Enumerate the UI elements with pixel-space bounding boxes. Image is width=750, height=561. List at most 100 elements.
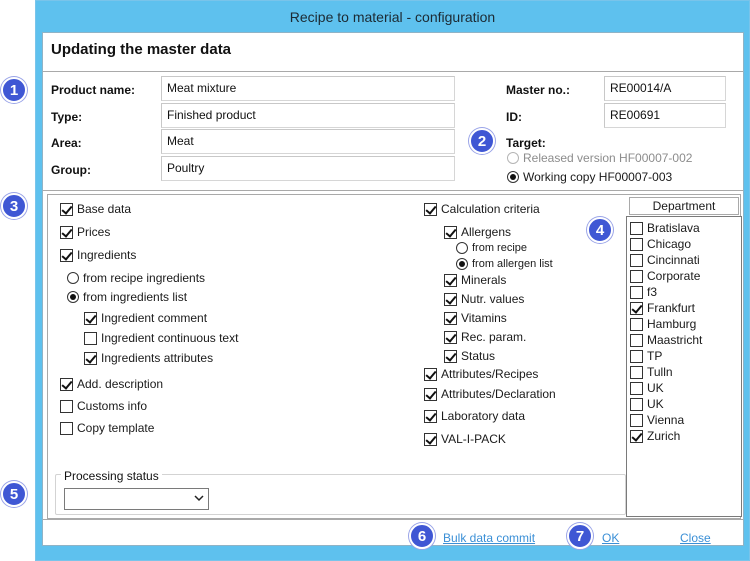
ingredients-checkbox[interactable]: Ingredients bbox=[60, 248, 136, 262]
nutr-values-checkbox[interactable]: Nutr. values bbox=[444, 292, 524, 306]
department-item-bratislava[interactable]: Bratislava bbox=[630, 221, 700, 235]
department-item-hamburg[interactable]: Hamburg bbox=[630, 317, 696, 331]
val-i-pack-checkbox[interactable]: VAL-I-PACK bbox=[424, 432, 506, 446]
department-item-chicago[interactable]: Chicago bbox=[630, 237, 691, 251]
checkbox-box bbox=[444, 330, 457, 344]
add-description-checkbox[interactable]: Add. description bbox=[60, 377, 163, 391]
divider bbox=[43, 519, 743, 520]
department-item-corporate[interactable]: Corporate bbox=[630, 269, 700, 283]
product-name-label: Product name: bbox=[51, 83, 136, 97]
divider bbox=[43, 71, 743, 72]
department-item-tp[interactable]: TP bbox=[630, 349, 662, 363]
radio-button bbox=[507, 152, 519, 164]
callout-badge-7: 7 bbox=[567, 523, 593, 549]
department-item-f3[interactable]: f3 bbox=[630, 285, 657, 299]
ingredients-attributes-checkbox[interactable]: Ingredients attributes bbox=[84, 351, 213, 365]
bulk-data-commit-link[interactable]: Bulk data commit bbox=[443, 531, 535, 545]
department-item-vienna[interactable]: Vienna bbox=[630, 413, 684, 427]
ingredient-comment-checkbox[interactable]: Ingredient comment bbox=[84, 311, 207, 325]
close-link[interactable]: Close bbox=[680, 531, 711, 545]
callout-badge-2: 2 bbox=[469, 128, 495, 154]
master-no-field[interactable]: RE00014/A bbox=[604, 76, 726, 101]
department-item-maastricht[interactable]: Maastricht bbox=[630, 333, 702, 347]
calculation-criteria-checkbox[interactable]: Calculation criteria bbox=[424, 202, 540, 216]
from-allergen-list-radio[interactable]: from allergen list bbox=[456, 258, 553, 270]
department-list[interactable]: Bratislava Chicago Cincinnati Corporate … bbox=[626, 216, 742, 517]
group-field[interactable]: Poultry bbox=[161, 156, 455, 181]
type-field[interactable]: Finished product bbox=[161, 103, 455, 128]
minerals-checkbox[interactable]: Minerals bbox=[444, 273, 506, 287]
checkbox-label: Ingredients attributes bbox=[101, 351, 214, 365]
department-item-frankfurt[interactable]: Frankfurt bbox=[630, 301, 695, 315]
radio-button bbox=[67, 291, 79, 303]
allergens-checkbox[interactable]: Allergens bbox=[444, 225, 511, 239]
checkbox-label: Vitamins bbox=[461, 311, 507, 325]
department-item-zurich[interactable]: Zurich bbox=[630, 429, 680, 443]
department-label: UK bbox=[647, 381, 664, 395]
prices-checkbox[interactable]: Prices bbox=[60, 225, 110, 239]
ingredient-continuous-text-checkbox[interactable]: Ingredient continuous text bbox=[84, 331, 238, 345]
dialog-window: Recipe to material - configuration Updat… bbox=[35, 0, 750, 561]
checkbox-label: Allergens bbox=[461, 225, 512, 239]
customs-info-checkbox[interactable]: Customs info bbox=[60, 399, 147, 413]
checkbox-label: Laboratory data bbox=[441, 409, 526, 423]
checkbox-box bbox=[630, 365, 643, 379]
radio-label: Working copy HF00007-003 bbox=[523, 170, 673, 184]
copy-template-checkbox[interactable]: Copy template bbox=[60, 421, 154, 435]
callout-badge-4: 4 bbox=[587, 217, 613, 243]
checkbox-box bbox=[60, 399, 73, 413]
attributes-declaration-checkbox[interactable]: Attributes/Declaration bbox=[424, 387, 556, 401]
department-label: Bratislava bbox=[647, 221, 700, 235]
checkbox-box bbox=[630, 381, 643, 395]
id-field[interactable]: RE00691 bbox=[604, 103, 726, 128]
type-label: Type: bbox=[51, 110, 83, 124]
department-item-tulln[interactable]: Tulln bbox=[630, 365, 673, 379]
from-recipe-radio[interactable]: from recipe bbox=[456, 242, 527, 254]
area-field[interactable]: Meat bbox=[161, 129, 455, 154]
checkbox-box bbox=[444, 273, 457, 287]
processing-status-label: Processing status bbox=[61, 469, 162, 483]
department-header: Department bbox=[629, 197, 739, 215]
rec-param-checkbox[interactable]: Rec. param. bbox=[444, 330, 526, 344]
chevron-down-icon bbox=[194, 495, 204, 502]
checkbox-label: Prices bbox=[77, 225, 111, 239]
status-checkbox[interactable]: Status bbox=[444, 349, 495, 363]
checkbox-label: Base data bbox=[77, 202, 132, 216]
processing-status-select[interactable] bbox=[64, 488, 209, 510]
checkbox-label: Rec. param. bbox=[461, 330, 527, 344]
ok-link[interactable]: OK bbox=[602, 531, 619, 545]
area-label: Area: bbox=[51, 136, 82, 150]
department-label: Hamburg bbox=[647, 317, 697, 331]
checkbox-label: Minerals bbox=[461, 273, 507, 287]
checkbox-label: Nutr. values bbox=[461, 292, 525, 306]
checkbox-box bbox=[630, 301, 643, 315]
checkbox-label: Ingredients bbox=[77, 248, 137, 262]
checkbox-box bbox=[630, 317, 643, 331]
checkbox-label: Ingredient continuous text bbox=[101, 331, 239, 345]
target-working-copy-radio[interactable]: Working copy HF00007-003 bbox=[507, 170, 672, 184]
department-item-cincinnati[interactable]: Cincinnati bbox=[630, 253, 700, 267]
department-label: Vienna bbox=[647, 413, 685, 427]
from-recipe-ingredients-radio[interactable]: from recipe ingredients bbox=[67, 271, 205, 285]
divider bbox=[43, 190, 743, 191]
radio-button bbox=[456, 242, 468, 254]
radio-button bbox=[456, 258, 468, 270]
department-label: Cincinnati bbox=[647, 253, 700, 267]
radio-label: from recipe ingredients bbox=[83, 271, 206, 285]
laboratory-data-checkbox[interactable]: Laboratory data bbox=[424, 409, 525, 423]
checkbox-label: VAL-I-PACK bbox=[441, 432, 506, 446]
vitamins-checkbox[interactable]: Vitamins bbox=[444, 311, 507, 325]
department-item-uk[interactable]: UK bbox=[630, 397, 664, 411]
checkbox-box bbox=[84, 311, 97, 325]
checkbox-label: Status bbox=[461, 349, 496, 363]
product-name-field[interactable]: Meat mixture bbox=[161, 76, 455, 101]
department-item-uk[interactable]: UK bbox=[630, 381, 664, 395]
checkbox-box bbox=[60, 248, 73, 262]
attributes-recipes-checkbox[interactable]: Attributes/Recipes bbox=[424, 367, 538, 381]
base-data-checkbox[interactable]: Base data bbox=[60, 202, 131, 216]
checkbox-label: Add. description bbox=[77, 377, 164, 391]
from-ingredients-list-radio[interactable]: from ingredients list bbox=[67, 290, 187, 304]
radio-label: from ingredients list bbox=[83, 290, 188, 304]
checkbox-label: Copy template bbox=[77, 421, 155, 435]
checkbox-box bbox=[444, 225, 457, 239]
